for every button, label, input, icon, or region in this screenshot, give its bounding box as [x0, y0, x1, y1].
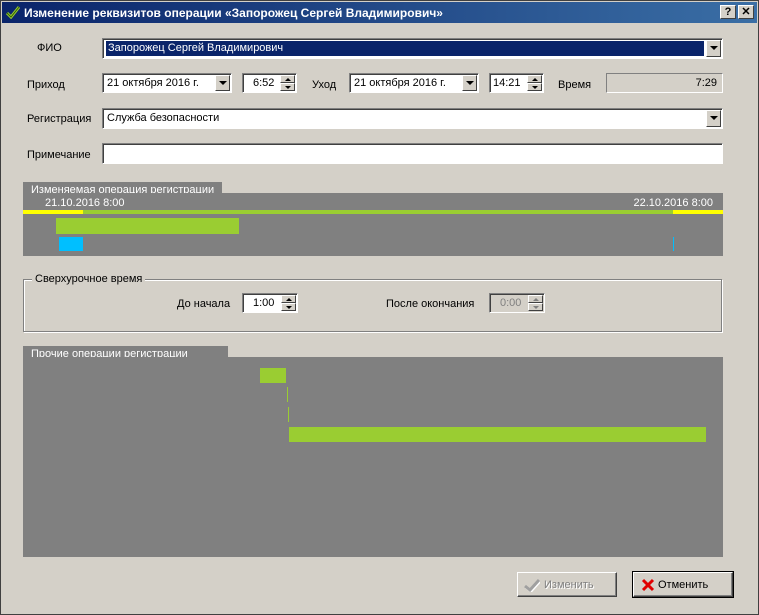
overtime-before-value: 1:00 [253, 297, 275, 309]
departure-time-value: 14:21 [493, 77, 521, 89]
overtime-after-down-icon [528, 303, 543, 311]
fio-label: ФИО [37, 42, 62, 54]
arrival-time-spinner[interactable]: 6:52 [242, 73, 297, 93]
other-operations-timeline[interactable] [23, 357, 723, 557]
other-operation-bar [287, 387, 288, 402]
departure-date-picker[interactable]: 21 октября 2016 г. [349, 73, 479, 93]
window-title: Изменение реквизитов операции «Запорожец… [24, 6, 443, 20]
arrival-time-value: 6:52 [253, 77, 275, 89]
duration-label: Время [558, 79, 592, 91]
overtime-before-spinner[interactable]: 1:00 [242, 293, 298, 313]
overtime-after-label: После окончания [386, 298, 475, 310]
overtime-after-value: 0:00 [500, 297, 522, 309]
overtime-before-down-icon[interactable] [281, 303, 296, 311]
overtime-groupbox [23, 279, 722, 332]
arrival-time-down-icon[interactable] [280, 83, 295, 91]
change-button: Изменить [517, 572, 617, 597]
arrival-label: Приход [27, 79, 65, 91]
arrival-date-picker[interactable]: 21 октября 2016 г. [102, 73, 232, 93]
timeline-axis [23, 210, 723, 214]
arrival-date-dropdown-icon[interactable] [215, 75, 230, 91]
checkmark-app-icon [6, 6, 20, 19]
timeline-axis-end-marker [673, 210, 723, 214]
note-label: Примечание [27, 149, 91, 161]
departure-label: Уход [312, 79, 337, 91]
timeline-axis-start-marker [23, 210, 83, 214]
overtime-after-bar [673, 237, 674, 251]
arrival-time-up-icon[interactable] [280, 75, 295, 83]
change-button-label: Изменить [544, 579, 594, 591]
registration-combobox[interactable]: Служба безопасности [102, 108, 723, 129]
overtime-after-spinner: 0:00 [489, 293, 545, 313]
registration-value: Служба безопасности [107, 112, 220, 124]
red-x-icon [641, 578, 655, 592]
other-operation-bar[interactable] [289, 427, 706, 442]
note-input[interactable] [102, 143, 723, 164]
fio-value: Запорожец Сергей Владимирович [108, 42, 284, 54]
overtime-before-up-icon[interactable] [281, 295, 296, 303]
duration-field: 7:29 [606, 73, 723, 93]
overtime-after-up-icon [528, 295, 543, 303]
timeline-end-label: 22.10.2016 8:00 [633, 197, 713, 209]
timeline-start-label: 21.10.2016 8:00 [45, 197, 125, 209]
fio-dropdown-arrow-icon[interactable] [706, 40, 721, 57]
other-operation-bar [288, 407, 289, 422]
cancel-button[interactable]: Отменить [633, 572, 733, 597]
departure-time-up-icon[interactable] [527, 75, 542, 83]
departure-date-value: 21 октября 2016 г. [354, 77, 446, 89]
overtime-title: Сверхурочное время [32, 273, 146, 285]
checkmark-icon [524, 578, 540, 592]
registration-dropdown-arrow-icon[interactable] [706, 110, 721, 127]
departure-time-spinner[interactable]: 14:21 [489, 73, 544, 93]
arrival-date-value: 21 октября 2016 г. [107, 77, 199, 89]
close-button[interactable]: ✕ [738, 5, 754, 19]
duration-value: 7:29 [695, 77, 717, 89]
departure-date-dropdown-icon[interactable] [462, 75, 477, 91]
dialog-window: Изменение реквизитов операции «Запорожец… [0, 0, 759, 615]
registration-label: Регистрация [27, 113, 92, 125]
overtime-before-bar[interactable] [59, 237, 83, 251]
help-button[interactable]: ? [720, 5, 736, 19]
overtime-before-label: До начала [177, 298, 231, 310]
cancel-button-label: Отменить [658, 579, 709, 591]
operation-interval-bar[interactable] [56, 218, 239, 234]
departure-time-down-icon[interactable] [527, 83, 542, 91]
changed-operation-timeline[interactable]: 21.10.2016 8:00 22.10.2016 8:00 [23, 193, 723, 256]
title-bar[interactable]: Изменение реквизитов операции «Запорожец… [2, 2, 757, 23]
other-operation-bar[interactable] [260, 368, 286, 383]
fio-combobox[interactable]: Запорожец Сергей Владимирович [102, 38, 723, 59]
